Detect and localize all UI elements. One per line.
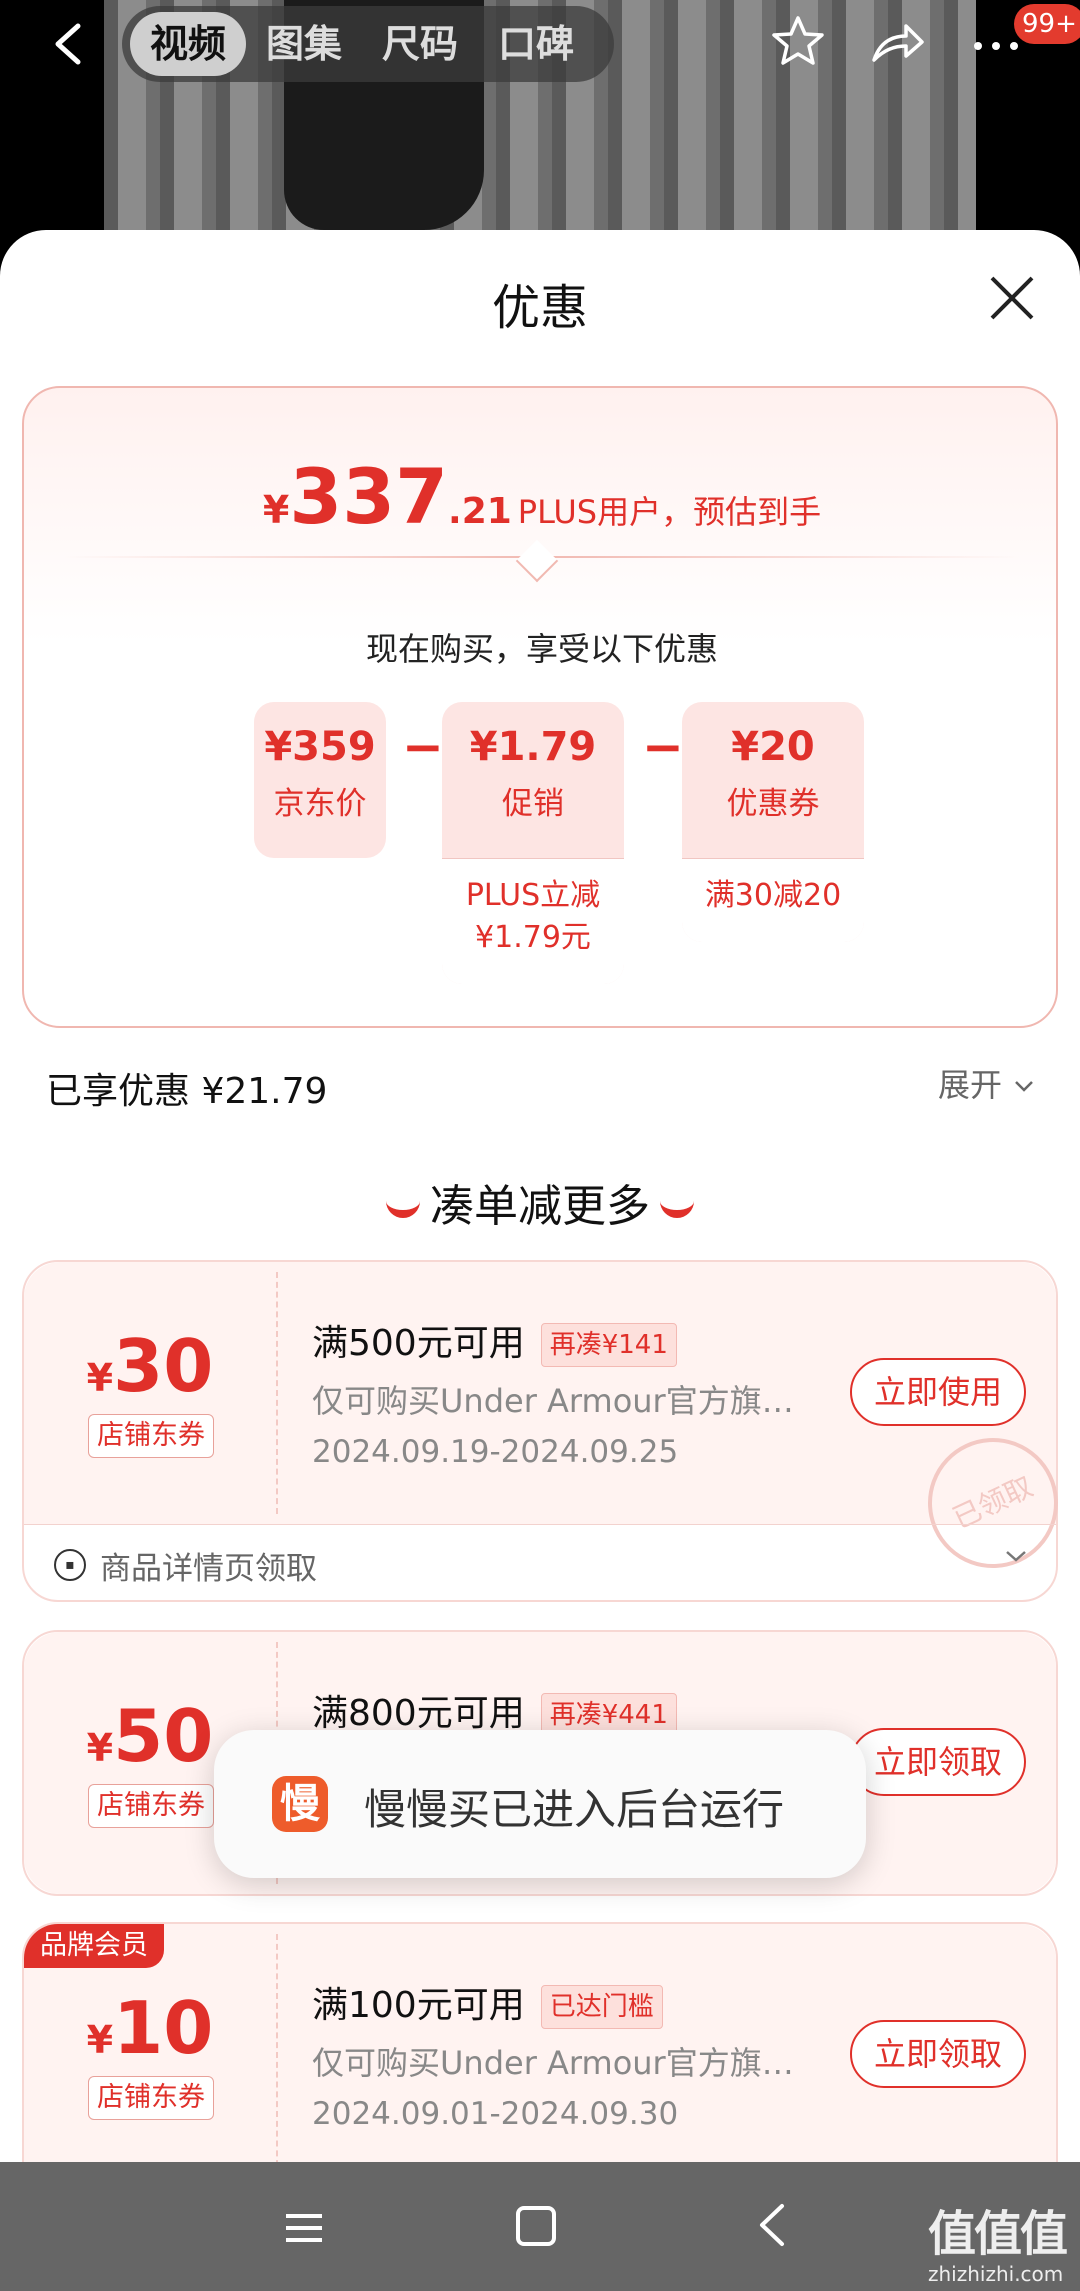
coupon-title: 满100元可用 已达门槛	[312, 1976, 663, 2029]
coupon-type: 店铺东券	[88, 2076, 214, 2120]
jd-price-card: ¥359 京东价	[254, 702, 386, 858]
price-summary: ¥337.21 PLUS用户，预估到手 现在购买，享受以下优惠 ¥359 京东价 …	[22, 386, 1058, 1028]
price-note: PLUS用户，预估到手	[517, 493, 822, 531]
back-nav-icon[interactable]	[752, 2200, 792, 2250]
currency-symbol: ¥	[262, 488, 290, 532]
back-icon[interactable]	[40, 14, 96, 74]
card-label: 促销	[502, 786, 564, 822]
coupon-body: ¥30 店铺东券 满500元可用 再凑¥141 仅可购买Under Armour官…	[24, 1262, 1080, 1590]
amount-value: 30	[113, 1324, 214, 1408]
coupon-item: ¥30 店铺东券 满500元可用 再凑¥141 仅可购买Under Armour官…	[22, 1260, 1080, 1602]
detail-line: PLUS立减	[465, 878, 601, 913]
coupon-type: 店铺东券	[88, 1784, 214, 1828]
divider-caret	[515, 539, 559, 583]
section-title-text: 凑单减更多	[430, 1181, 650, 1232]
tab-video[interactable]: 视频	[130, 12, 247, 76]
card-value: ¥1.79	[469, 724, 597, 770]
tab-gallery[interactable]: 图集	[246, 12, 362, 76]
system-nav-bar	[0, 2162, 1080, 2291]
card-detail: PLUS立减 ¥1.79元	[442, 858, 624, 984]
coupon-description: 仅可购买Under Armour官方旗…	[312, 2044, 794, 2082]
home-icon[interactable]	[516, 2206, 556, 2246]
claim-button[interactable]: 立即领取	[850, 2020, 1026, 2088]
media-tabs: 视频 图集 尺码 口碑	[122, 6, 614, 82]
coupon-item: ¥10 店铺东券 满100元可用 已达门槛 仅可购买Under Armour官方旗…	[22, 1922, 1058, 2162]
coupon-threshold: 满800元可用	[312, 1693, 525, 1734]
expand-label: 展开	[938, 1066, 1003, 1104]
chevron-down-icon[interactable]	[1002, 1541, 1030, 1576]
coupon-date: 2024.09.19-2024.09.25	[312, 1434, 679, 1470]
estimated-price: ¥337.21 PLUS用户，预估到手	[24, 452, 1060, 541]
coupon-title: 满500元可用 再凑¥141	[312, 1314, 677, 1367]
top-bar: 视频 图集 尺码 口碑 99+	[0, 0, 1080, 90]
coupon-body: ¥10 店铺东券 满100元可用 已达门槛 仅可购买Under Armour官方旗…	[24, 1924, 1056, 2162]
screen: 视频 图集 尺码 口碑 99+ 优惠 ¥337.21 PLUS用户，预估到手 现在…	[0, 0, 1080, 2291]
recent-apps-icon[interactable]	[284, 2208, 324, 2248]
smile-decoration-left	[386, 1200, 420, 1218]
coupon-card: ¥20 优惠券 满30减20	[682, 702, 864, 942]
price-decimal: .21	[448, 491, 512, 532]
star-icon[interactable]	[768, 12, 828, 72]
currency-symbol: ¥	[86, 2018, 114, 2062]
expand-button[interactable]: 展开	[938, 1060, 1036, 1106]
amount-value: 50	[113, 1694, 214, 1778]
card-detail: 满30减20	[682, 858, 864, 942]
promotion-card: ¥1.79 促销 PLUS立减 ¥1.79元	[442, 702, 624, 984]
share-icon[interactable]	[866, 12, 926, 72]
chevron-down-icon	[1015, 1081, 1034, 1092]
section-title: 凑单减更多	[0, 1170, 1080, 1234]
coupon-source: 商品详情页领取	[100, 1551, 317, 1587]
price-integer: 337	[289, 452, 449, 541]
coupon-separator	[276, 1934, 278, 2162]
background-running-toast: 慢 慢慢买已进入后台运行	[214, 1730, 866, 1878]
card-label: 京东价	[273, 786, 367, 822]
detail-line: 满30减20	[704, 878, 842, 913]
watermark-url: zhizhizhi.com	[928, 2262, 1064, 2286]
watermark-logo: 值值值	[928, 2206, 1068, 2262]
minus-sign: −	[402, 718, 444, 776]
brand-member-badge: 品牌会员	[24, 1924, 164, 1968]
claim-button[interactable]: 立即领取	[850, 1728, 1026, 1796]
card-label: 优惠券	[726, 786, 820, 822]
coupon-description: 仅可购买Under Armour官方旗…	[312, 1382, 794, 1420]
coupon-amount-area: ¥30 店铺东券	[24, 1262, 276, 1524]
enjoyed-discount: 已享优惠 ¥21.79	[46, 1071, 328, 1112]
amount-value: 10	[113, 1986, 214, 2070]
smile-decoration-right	[660, 1200, 694, 1218]
close-icon[interactable]	[984, 270, 1040, 326]
tab-reviews[interactable]: 口碑	[478, 12, 594, 76]
coupon-amount: ¥10	[24, 1986, 276, 2070]
toast-message: 慢慢买已进入后台运行	[364, 1785, 785, 1834]
coupon-footer[interactable]: ▪ 商品详情页领取	[24, 1524, 1056, 1602]
coupon-threshold: 满500元可用	[312, 1323, 525, 1364]
tab-size[interactable]: 尺码	[362, 12, 478, 76]
card-value: ¥359	[264, 724, 376, 770]
coupon-tag: 再凑¥141	[540, 1323, 677, 1367]
use-now-button[interactable]: 立即使用	[850, 1358, 1026, 1426]
sheet-title: 优惠	[491, 280, 588, 336]
coupon-threshold: 满100元可用	[312, 1985, 525, 2026]
currency-symbol: ¥	[86, 1356, 114, 1400]
minus-sign: −	[642, 718, 684, 776]
app-icon: 慢	[272, 1776, 328, 1832]
coupon-amount: ¥30	[24, 1324, 276, 1408]
ticket-icon: ▪	[54, 1549, 86, 1581]
coupon-type: 店铺东券	[88, 1414, 214, 1458]
currency-symbol: ¥	[86, 1726, 114, 1770]
detail-line: ¥1.79元	[475, 920, 591, 955]
notification-badge: 99+	[1014, 4, 1080, 44]
card-value: ¥20	[731, 724, 815, 770]
coupon-tag: 已达门槛	[540, 1985, 663, 2029]
coupon-date: 2024.09.01-2024.09.30	[312, 2096, 679, 2132]
coupon-separator	[276, 1272, 278, 1514]
enjoy-text: 现在购买，享受以下优惠	[365, 630, 718, 668]
